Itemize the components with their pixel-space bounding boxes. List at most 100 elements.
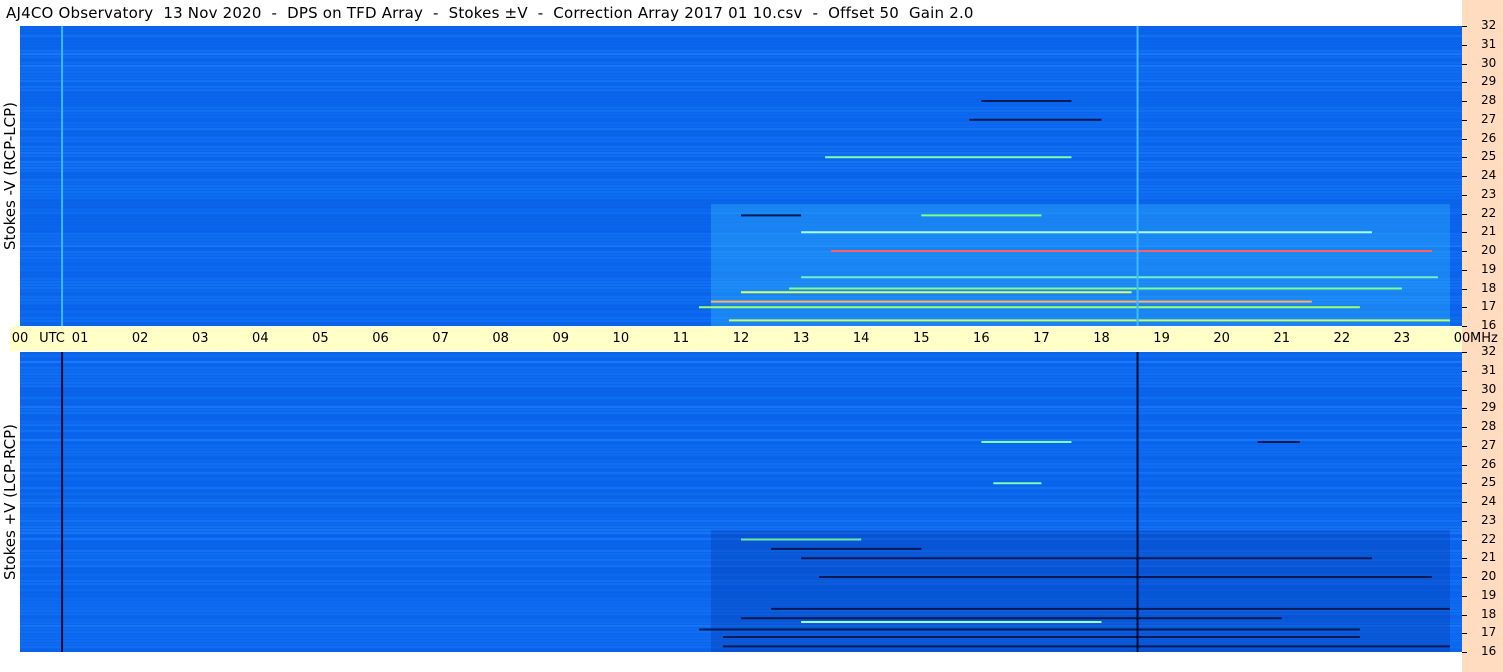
heatmap-band: [20, 158, 1462, 160]
heatmap-band: [20, 167, 1462, 169]
frequency-tick: [1462, 44, 1467, 46]
interference-line: [789, 287, 1402, 290]
utc-tick-label: 00: [1453, 331, 1471, 346]
heatmap-band: [20, 161, 1462, 163]
heatmap-band: [20, 173, 1462, 175]
frequency-tick: [1462, 408, 1467, 410]
interference-line: [831, 250, 1432, 252]
frequency-tick-label: 21: [1481, 550, 1497, 565]
utc-tick-label: 13: [792, 331, 810, 346]
top-panel-ylabel-text: Stokes -V (RCP-LCP): [1, 102, 19, 250]
absorption-line: [819, 576, 1432, 578]
frequency-tick-label: 25: [1481, 149, 1497, 164]
frequency-tick-label: 28: [1481, 419, 1497, 433]
heatmap-band: [20, 436, 1462, 438]
heatmap-band: [20, 505, 1462, 507]
frequency-tick: [1462, 427, 1467, 428]
heatmap-band: [20, 487, 1462, 489]
frequency-tick: [1462, 138, 1467, 140]
heatmap-band: [20, 478, 1462, 480]
heatmap-band: [20, 191, 1462, 193]
utc-tick-label: 10: [612, 331, 630, 346]
spectrogram-bottom: [20, 352, 1462, 652]
utc-tick-label: 08: [492, 331, 509, 346]
heatmap-band: [20, 176, 1462, 178]
heatmap-band: [20, 475, 1462, 477]
heatmap-band: [20, 502, 1462, 504]
frequency-tick: [1462, 652, 1467, 653]
heatmap-band: [20, 466, 1462, 468]
heatmap-band: [20, 62, 1462, 64]
heatmap-band: [20, 355, 1462, 357]
absorption-line: [981, 100, 1072, 102]
frequency-tick-label: 23: [1481, 186, 1497, 201]
heatmap-band: [20, 358, 1462, 360]
frequency-tick: [1462, 483, 1467, 485]
utc-tick-label: 22: [1333, 331, 1351, 346]
heatmap-band: [20, 520, 1462, 522]
absorption-line: [969, 118, 1102, 121]
heatmap-band: [20, 367, 1462, 369]
heatmap-band: [20, 125, 1462, 127]
heatmap-band: [20, 463, 1462, 465]
frequency-tick: [1462, 232, 1467, 234]
frequency-tick-label: 28: [1481, 93, 1497, 107]
frequency-tick-label: 26: [1481, 456, 1497, 471]
heatmap-band: [20, 433, 1462, 435]
heatmap-band: [20, 382, 1462, 384]
heatmap-band: [20, 50, 1462, 52]
frequency-tick: [1462, 558, 1467, 560]
utc-tick-label: 21: [1273, 331, 1291, 346]
frequency-tick-label: 21: [1481, 224, 1497, 239]
interference-line: [801, 231, 1372, 234]
frequency-tick-label: 30: [1481, 381, 1497, 396]
heatmap-band: [20, 143, 1462, 145]
interference-line: [728, 319, 1450, 322]
frequency-tick: [1462, 326, 1467, 327]
frequency-tick: [1462, 307, 1467, 309]
utc-tick-label: 09: [552, 331, 570, 346]
heatmap-band: [20, 122, 1462, 124]
heatmap-band: [20, 56, 1462, 58]
interference-line: [801, 621, 1102, 623]
frequency-tick: [1462, 502, 1467, 503]
heatmap-band: [20, 445, 1462, 447]
heatmap-band: [20, 134, 1462, 136]
heatmap-band: [20, 89, 1462, 91]
frequency-tick-label: 23: [1481, 512, 1497, 527]
absorption-line: [722, 645, 1450, 648]
frequency-tick-label: 19: [1481, 587, 1497, 602]
heatmap-band: [20, 427, 1462, 429]
heatmap-band: [20, 454, 1462, 456]
absorption-line: [741, 214, 802, 217]
frequency-tick: [1462, 614, 1467, 616]
utc-tick-label: 03: [191, 331, 209, 346]
frequency-tick-label: 22: [1481, 205, 1497, 220]
bottom-panel-ylabel-text: Stokes +V (LCP-RCP): [1, 424, 19, 580]
frequency-tick-label: 32: [1481, 18, 1497, 32]
heatmap-band: [20, 388, 1462, 390]
heatmap-band: [20, 370, 1462, 372]
heatmap-band: [20, 47, 1462, 49]
frequency-tick-label: 20: [1481, 569, 1497, 583]
spectrogram-top-svg: [20, 26, 1462, 326]
heatmap-band: [20, 385, 1462, 387]
heatmap-band: [20, 200, 1462, 202]
heatmap-band: [20, 113, 1462, 115]
heatmap-band: [20, 361, 1462, 363]
interference-line: [741, 538, 862, 541]
utc-tick-label: 12: [732, 331, 750, 346]
heatmap-band: [20, 140, 1462, 142]
frequency-tick-label: 31: [1481, 36, 1497, 51]
heatmap-band: [20, 523, 1462, 525]
frequency-tick-label: 20: [1481, 243, 1497, 257]
heatmap-band: [20, 26, 1462, 28]
spectrogram-top: [20, 26, 1462, 326]
heatmap-band: [20, 496, 1462, 498]
frequency-tick-label: 29: [1481, 400, 1497, 415]
heatmap-band: [20, 376, 1462, 378]
heatmap-band: [20, 146, 1462, 148]
absorption-line: [741, 617, 1282, 620]
frequency-tick-label: 16: [1481, 644, 1497, 658]
heatmap-band: [20, 379, 1462, 381]
